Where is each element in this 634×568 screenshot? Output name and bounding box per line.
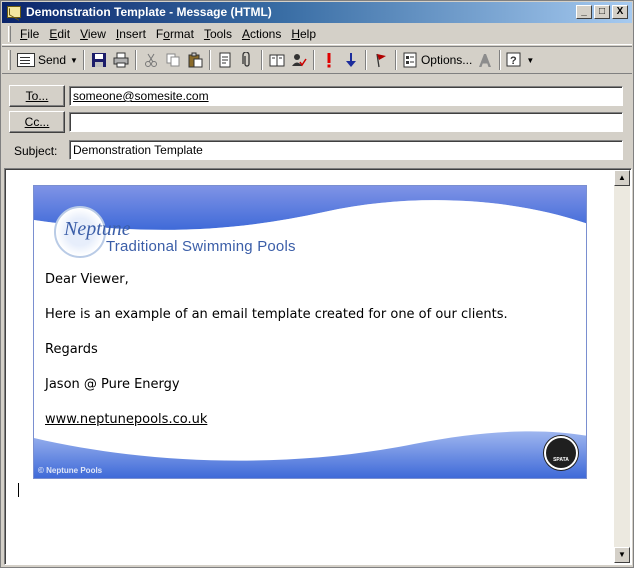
paste-button[interactable] [184, 49, 206, 71]
copy-icon [166, 53, 180, 67]
window-title: Demonstration Template - Message (HTML) [26, 5, 272, 19]
message-body[interactable]: Neptune Traditional Swimming Pools Dear … [4, 168, 632, 565]
check-names-button[interactable] [288, 49, 310, 71]
scroll-up-button[interactable]: ▲ [614, 170, 630, 186]
vertical-scrollbar[interactable]: ▲ ▼ [614, 170, 630, 563]
menu-bar: File Edit View Insert Format Tools Actio… [2, 24, 632, 45]
menu-file[interactable]: File [15, 25, 44, 43]
toolbar-separator [499, 50, 502, 70]
subject-field[interactable]: Demonstration Template [69, 140, 623, 160]
paste-icon [188, 52, 203, 68]
cc-button[interactable]: Cc... [9, 111, 65, 133]
copy-button[interactable] [162, 49, 184, 71]
importance-low-icon [345, 53, 356, 67]
importance-low-button[interactable] [340, 49, 362, 71]
maximize-button[interactable]: □ [594, 5, 610, 19]
menu-grip[interactable] [8, 26, 11, 42]
flag-button[interactable] [370, 49, 392, 71]
closing: Regards [45, 342, 98, 357]
badge-label: SPATA [553, 457, 569, 463]
toolbar-separator [208, 50, 211, 70]
toolbar-separator [394, 50, 397, 70]
signature: Jason @ Pure Energy [45, 377, 180, 392]
svg-text:?: ? [510, 55, 517, 67]
chevron-down-icon: ▼ [526, 55, 535, 65]
toolbar-separator [134, 50, 137, 70]
menu-actions[interactable]: Actions [237, 25, 286, 43]
help-button[interactable]: ? ▼ [504, 49, 536, 71]
menu-tools[interactable]: Tools [199, 25, 237, 43]
close-button[interactable]: X [612, 5, 628, 19]
greeting: Dear Viewer, [45, 272, 129, 287]
to-recipient[interactable]: someone@somesite.com [73, 89, 209, 103]
subject-label: Subject: [14, 144, 58, 158]
chevron-down-icon: ▼ [70, 55, 78, 65]
menu-view[interactable]: View [75, 25, 111, 43]
cut-button[interactable] [140, 49, 162, 71]
envelope-icon [7, 6, 21, 18]
font-icon [479, 54, 492, 67]
body-text: Here is an example of an email template … [45, 307, 508, 322]
cut-icon [144, 53, 157, 67]
send-label: Send [38, 53, 67, 67]
menu-insert[interactable]: Insert [111, 25, 151, 43]
footer-wave [34, 431, 586, 478]
insert-file-button[interactable] [214, 49, 236, 71]
toolbar-separator [82, 50, 85, 70]
footer-copyright: © Neptune Pools [38, 466, 103, 475]
attach-icon [242, 52, 250, 67]
text-cursor [18, 483, 19, 497]
check-names-icon [291, 54, 307, 67]
to-button[interactable]: To... [9, 85, 65, 107]
attach-button[interactable] [236, 49, 258, 71]
toolbar-separator [260, 50, 263, 70]
address-book-button[interactable] [266, 49, 288, 71]
title-bar[interactable]: Demonstration Template - Message (HTML) … [2, 2, 632, 23]
menu-help[interactable]: Help [286, 25, 321, 43]
address-book-icon [269, 54, 285, 67]
flag-icon [376, 53, 386, 68]
toolbar-grip[interactable] [8, 50, 11, 70]
spata-badge: SPATA [544, 436, 578, 470]
minimize-button[interactable]: _ [576, 5, 592, 19]
email-template: Neptune Traditional Swimming Pools Dear … [33, 185, 587, 479]
menu-format[interactable]: Format [151, 25, 199, 43]
options-button[interactable]: Options... [400, 49, 474, 71]
scroll-down-button[interactable]: ▼ [614, 547, 630, 563]
message-window: Demonstration Template - Message (HTML) … [0, 0, 634, 568]
font-button[interactable] [474, 49, 496, 71]
cc-field[interactable] [69, 112, 623, 132]
send-icon [17, 53, 35, 67]
send-button[interactable]: Send ▼ [15, 49, 80, 71]
brand-tagline: Traditional Swimming Pools [106, 238, 296, 255]
menu-edit[interactable]: Edit [44, 25, 75, 43]
toolbar-separator [312, 50, 315, 70]
to-field[interactable]: someone@somesite.com [69, 86, 623, 106]
save-icon [91, 53, 106, 67]
importance-high-icon [327, 53, 331, 68]
toolbar-separator [364, 50, 367, 70]
importance-high-button[interactable] [318, 49, 340, 71]
print-icon [113, 52, 129, 68]
window-controls: _ □ X [576, 5, 628, 19]
help-icon: ? [506, 52, 521, 67]
save-button[interactable] [88, 49, 110, 71]
standard-toolbar: Send ▼ Options... ? ▼ [2, 46, 632, 74]
options-icon [403, 52, 417, 68]
insert-file-icon [219, 52, 231, 68]
print-button[interactable] [110, 49, 132, 71]
options-label: Options... [420, 53, 473, 67]
